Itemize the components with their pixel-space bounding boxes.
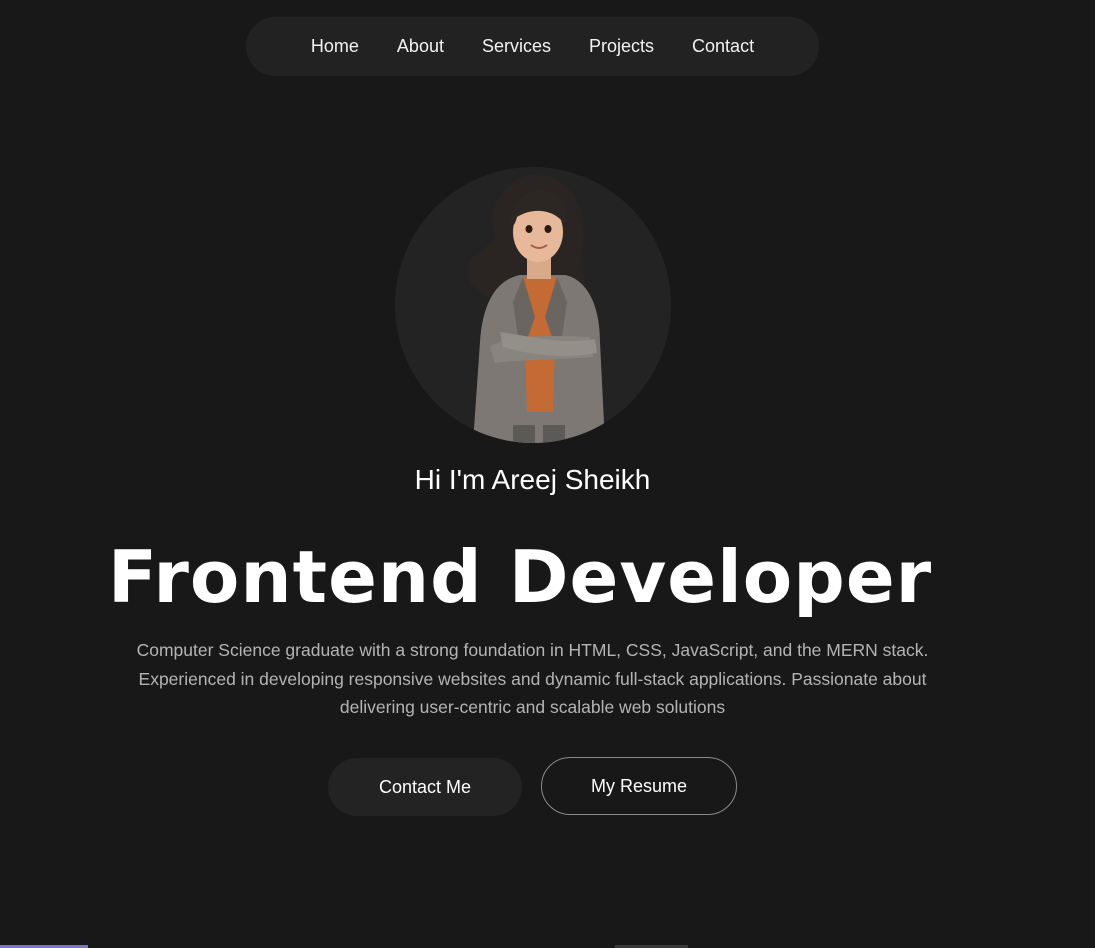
contact-me-button[interactable]: Contact Me xyxy=(328,758,522,816)
portfolio-page: Home About Services Projects Contact Hi … xyxy=(0,0,1095,948)
role-headline: Frontend Developer xyxy=(107,535,933,619)
top-nav: Home About Services Projects Contact xyxy=(246,17,819,76)
nav-about[interactable]: About xyxy=(378,36,463,57)
woman-avatar-icon xyxy=(467,173,605,443)
nav-contact[interactable]: Contact xyxy=(673,36,773,57)
bio-paragraph: Computer Science graduate with a strong … xyxy=(136,640,929,717)
nav-projects[interactable]: Projects xyxy=(570,36,673,57)
profile-avatar xyxy=(395,167,671,443)
my-resume-button[interactable]: My Resume xyxy=(541,757,737,815)
nav-services[interactable]: Services xyxy=(463,36,570,57)
greeting-text: Hi I'm Areej Sheikh xyxy=(414,464,651,495)
nav-home[interactable]: Home xyxy=(292,36,378,57)
